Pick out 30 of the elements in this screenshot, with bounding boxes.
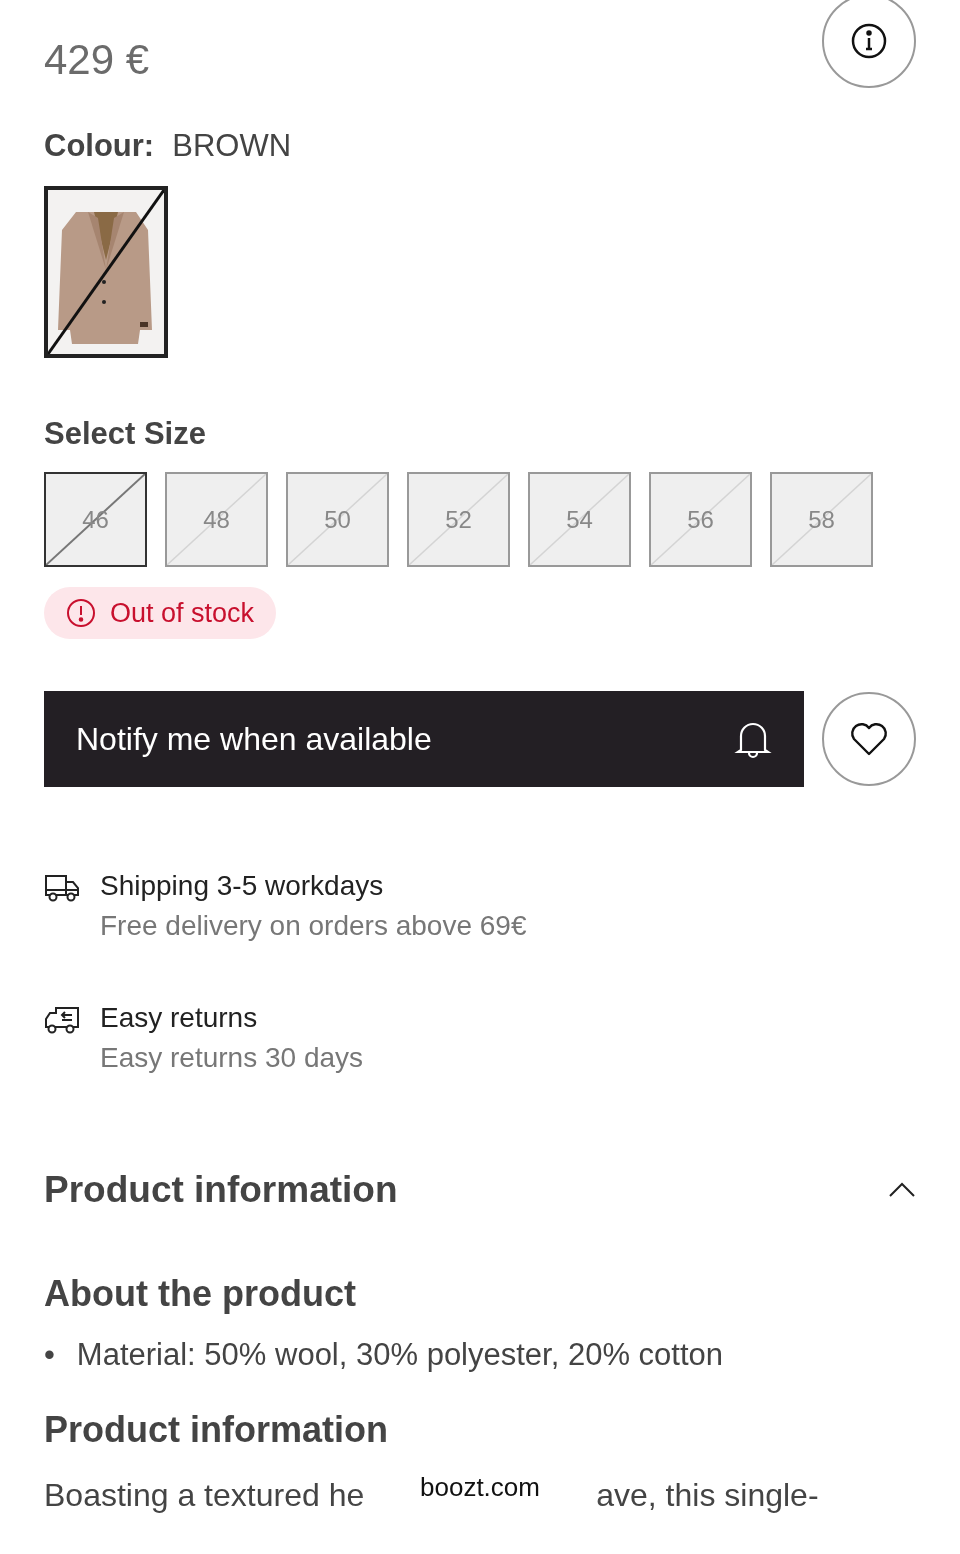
delivery-title: Shipping 3-5 workdays [100,869,385,903]
size-option[interactable]: 54 [528,472,631,567]
size-title: Select Size [44,416,207,452]
delivery-subtitle: Free delivery on orders above 69€ [100,909,527,943]
notify-button[interactable]: Notify me when available [44,691,804,787]
description-text: Boasting a textured he [44,1476,365,1515]
subsection-title: Product information [44,1409,389,1451]
truck-icon [44,873,80,903]
delivery-title: Easy returns [100,1001,259,1035]
bullet-marker: • [44,1336,55,1374]
delivery-subtitle: Easy returns 30 days [100,1041,364,1075]
subsection-title: About the product [44,1273,357,1315]
price: 429 € [44,36,150,84]
section-title: Product information [44,1169,398,1211]
description-text: ave, this single- [596,1476,819,1515]
url-bar[interactable]: boozt.com [380,1454,580,1520]
heart-icon [849,721,889,757]
size-option[interactable]: 56 [649,472,752,567]
bullet-item: Material: 50% wool, 30% polyester, 20% cotton [76,1336,724,1374]
size-option[interactable]: 50 [286,472,389,567]
size-option[interactable]: 52 [407,472,510,567]
size-option[interactable]: 58 [770,472,873,567]
info-icon [850,22,888,60]
chevron-up-icon[interactable] [888,1182,916,1198]
stock-text: Out of stock [110,597,255,629]
alert-icon [66,598,96,628]
size-option[interactable]: 48 [165,472,268,567]
colour-value: BROWN [172,128,292,164]
colour-label: Colour: [44,128,155,164]
return-truck-icon [44,1005,80,1035]
